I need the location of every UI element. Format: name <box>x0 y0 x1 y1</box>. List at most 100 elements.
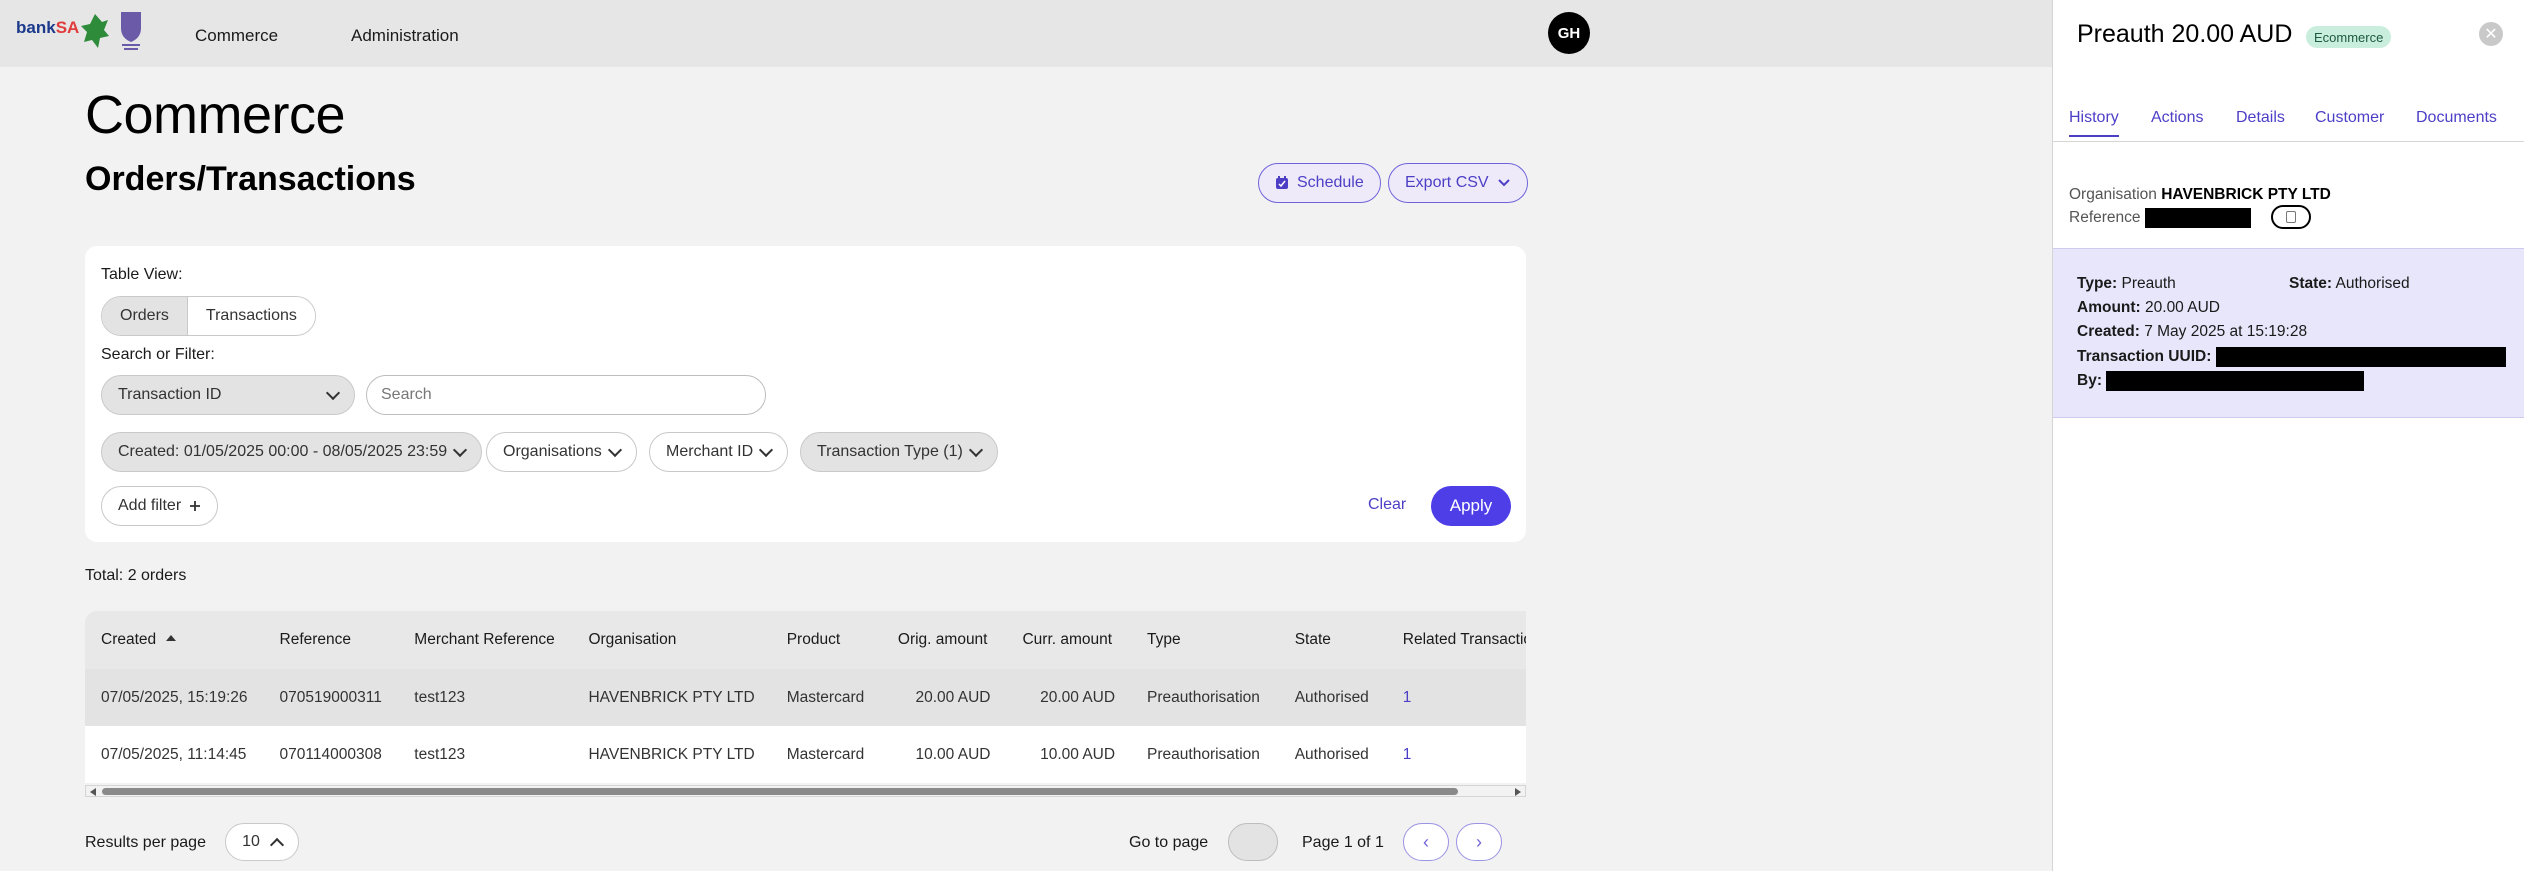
column-header-state[interactable]: State <box>1279 611 1387 669</box>
tab-history[interactable]: History <box>2069 109 2119 137</box>
apply-button[interactable]: Apply <box>1431 486 1511 526</box>
channel-badge: Ecommerce <box>2306 26 2392 48</box>
export-csv-button[interactable]: Export CSV <box>1388 163 1528 203</box>
filter-chip-merchant-id[interactable]: Merchant ID <box>649 432 789 472</box>
column-header-created-label: Created <box>101 631 157 648</box>
column-header-product[interactable]: Product <box>771 611 882 669</box>
filter-chip-merchant-id-label: Merchant ID <box>666 443 754 460</box>
section-title: Orders/Transactions <box>85 160 416 198</box>
logo-sa-text: SA <box>55 18 80 37</box>
filter-chip-created-label: Created: 01/05/2025 00:00 - 08/05/2025 2… <box>118 443 448 460</box>
cell-state: Authorised <box>1294 688 1369 706</box>
scroll-right-icon[interactable] <box>1515 788 1521 796</box>
table-header-row: Created Reference Merchant Reference Org… <box>85 611 1526 669</box>
previous-page-button[interactable]: ‹ <box>1403 823 1449 861</box>
column-header-reference[interactable]: Reference <box>264 611 399 669</box>
cell-type: Preauthorisation <box>1147 745 1260 763</box>
cell-merchant-reference: test123 <box>414 688 466 706</box>
add-filter-label: Add filter <box>118 497 182 514</box>
table-row[interactable]: 07/05/2025, 11:14:45 070114000308 test12… <box>85 726 1526 783</box>
view-orders[interactable]: Orders <box>102 297 188 335</box>
top-bar: bankSA Commerce Administration GH <box>0 0 2052 67</box>
table-view-label: Table View: <box>101 266 183 283</box>
cell-created: 07/05/2025, 15:19:26 <box>101 688 248 706</box>
add-filter-button[interactable]: Add filter <box>101 486 219 526</box>
view-transactions[interactable]: Transactions <box>187 297 315 335</box>
tab-documents[interactable]: Documents <box>2416 109 2497 127</box>
column-header-created[interactable]: Created <box>85 611 264 669</box>
cell-orig-amount: 10.00 AUD <box>915 745 991 763</box>
university-crest-icon <box>121 12 141 50</box>
filter-chip-transaction-type[interactable]: Transaction Type (1) <box>800 432 998 472</box>
cell-related-transactions-link[interactable]: 1 <box>1387 726 1526 783</box>
transaction-detail-panel: Preauth 20.00 AUD Ecommerce ✕ History Ac… <box>2052 0 2524 871</box>
user-avatar[interactable]: GH <box>1548 12 1590 54</box>
filter-chip-organisations-label: Organisations <box>503 443 602 460</box>
go-to-page-input[interactable] <box>1228 823 1278 861</box>
organisation-row: Organisation HAVENBRICK PTY LTD <box>2069 186 2331 204</box>
uuid-row: Transaction UUID: <box>2077 347 2506 367</box>
scroll-left-icon[interactable] <box>90 788 96 796</box>
column-header-related-transactions[interactable]: Related Transactions <box>1387 611 1526 669</box>
table-horizontal-scrollbar[interactable] <box>85 785 1526 797</box>
column-header-organisation[interactable]: Organisation <box>572 611 770 669</box>
chevron-down-icon <box>325 385 341 400</box>
clear-button[interactable]: Clear <box>1368 496 1406 514</box>
cell-product: Mastercard <box>786 688 865 706</box>
created-value: 7 May 2025 at 15:19:28 <box>2144 323 2308 340</box>
cell-curr-amount: 20.00 AUD <box>1040 688 1116 706</box>
type-row: Type: Preauth <box>2077 275 2176 293</box>
created-row: Created: 7 May 2025 at 15:19:28 <box>2077 323 2307 341</box>
transaction-history-card[interactable]: Type: Preauth State: Authorised Amount: … <box>2053 248 2524 418</box>
search-field-value: Transaction ID <box>118 386 222 403</box>
nav-administration[interactable]: Administration <box>351 26 459 46</box>
tab-actions[interactable]: Actions <box>2151 109 2203 127</box>
scrollbar-thumb[interactable] <box>102 788 1458 795</box>
tab-customer[interactable]: Customer <box>2315 109 2384 127</box>
cell-related-transactions-link[interactable]: 1 <box>1387 669 1526 726</box>
type-label: Type: <box>2077 275 2118 292</box>
filter-chip-created[interactable]: Created: 01/05/2025 00:00 - 08/05/2025 2… <box>101 432 483 472</box>
schedule-button[interactable]: Schedule <box>1258 163 1381 203</box>
nav-commerce[interactable]: Commerce <box>195 26 278 46</box>
copy-reference-button[interactable] <box>2271 205 2311 229</box>
results-per-page-select[interactable]: 10 <box>225 823 299 861</box>
by-label: By: <box>2077 372 2102 390</box>
tab-details[interactable]: Details <box>2236 109 2285 127</box>
search-input[interactable] <box>366 375 766 415</box>
export-csv-label: Export CSV <box>1405 174 1489 191</box>
column-header-curr-amount[interactable]: Curr. amount <box>1006 611 1131 669</box>
logo-bank-text: bank <box>16 18 56 37</box>
amount-value: 20.00 AUD <box>2145 299 2220 316</box>
search-filter-label: Search or Filter: <box>101 346 215 363</box>
cell-product: Mastercard <box>786 745 865 763</box>
column-header-orig-amount[interactable]: Orig. amount <box>882 611 1007 669</box>
results-per-page-label: Results per page <box>85 834 206 851</box>
filter-card: Table View: Orders Transactions Search o… <box>85 246 1526 542</box>
table-row[interactable]: 07/05/2025, 15:19:26 070519000311 test12… <box>85 669 1526 726</box>
column-header-merchant-reference[interactable]: Merchant Reference <box>398 611 572 669</box>
column-header-type[interactable]: Type <box>1131 611 1279 669</box>
redacted-reference <box>2144 208 2251 228</box>
uuid-label: Transaction UUID: <box>2077 348 2212 366</box>
sort-ascending-icon <box>166 635 177 641</box>
plus-icon <box>190 501 201 511</box>
filter-chip-organisations[interactable]: Organisations <box>486 432 637 472</box>
cell-state: Authorised <box>1294 745 1369 763</box>
close-icon: ✕ <box>2484 26 2498 43</box>
panel-tabs: History Actions Details Customer Documen… <box>2053 102 2524 142</box>
search-field-select[interactable]: Transaction ID <box>101 375 355 415</box>
close-panel-button[interactable]: ✕ <box>2479 22 2503 46</box>
state-label: State: <box>2289 275 2333 292</box>
chevron-down-icon <box>607 442 622 457</box>
next-page-button[interactable]: › <box>1456 823 1502 861</box>
chevron-down-icon <box>1497 179 1510 187</box>
chevron-left-icon: ‹ <box>1423 831 1429 852</box>
cell-created: 07/05/2025, 11:14:45 <box>101 745 247 763</box>
calendar-icon <box>1276 176 1288 189</box>
amount-row: Amount: 20.00 AUD <box>2077 299 2220 317</box>
bank-logo[interactable]: bankSA <box>16 18 79 38</box>
page-indicator: Page 1 of 1 <box>1302 834 1384 851</box>
state-row: State: Authorised <box>2289 275 2410 293</box>
brand-crest-icon <box>81 14 109 48</box>
